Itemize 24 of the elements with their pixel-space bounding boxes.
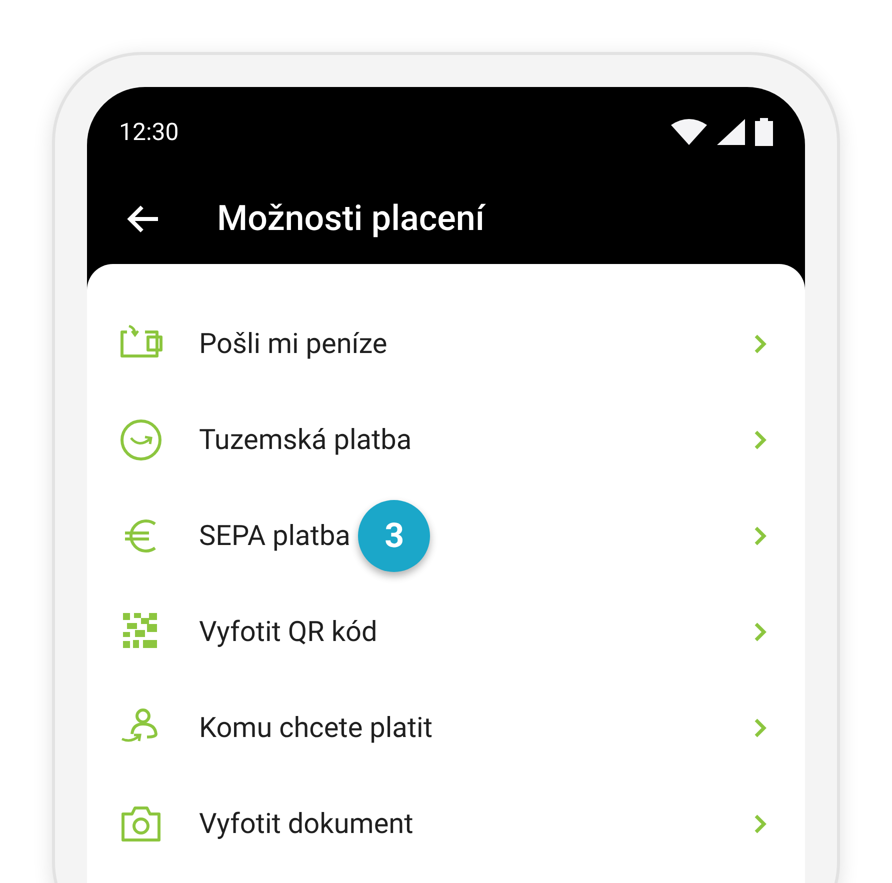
menu-item-label: Vyfotit QR kód xyxy=(199,614,378,650)
chevron-right-icon xyxy=(753,621,767,643)
menu-item-label: Komu chcete platit xyxy=(199,710,433,746)
menu-item[interactable]: Tuzemská platba xyxy=(87,392,805,488)
menu-item[interactable]: Vyfotit QR kód xyxy=(87,584,805,680)
chevron-right-icon xyxy=(753,717,767,739)
menu-item-label: SEPA platba xyxy=(199,518,350,554)
screen-title: Možnosti placení xyxy=(217,196,485,241)
chevron-right-icon xyxy=(753,813,767,835)
step-number-badge: 3 xyxy=(358,500,430,572)
menu-item-label: Pošli mi peníze xyxy=(199,326,388,362)
menu-item-label: Tuzemská platba xyxy=(199,422,412,458)
status-time: 12:30 xyxy=(119,117,179,148)
chevron-right-icon xyxy=(753,333,767,355)
menu-item[interactable]: Pošli mi peníze xyxy=(87,296,805,392)
chevron-right-icon xyxy=(753,429,767,451)
battery-icon xyxy=(755,118,773,146)
wifi-icon xyxy=(671,119,707,145)
menu-item[interactable]: Komu chcete platit xyxy=(87,680,805,776)
chevron-right-icon xyxy=(753,525,767,547)
menu-item-label: Vyfotit dokument xyxy=(199,806,414,842)
menu-item[interactable]: SEPA platba 3 xyxy=(87,488,805,584)
menu-item[interactable]: Vyfotit dokument xyxy=(87,776,805,872)
signal-icon xyxy=(717,119,745,145)
